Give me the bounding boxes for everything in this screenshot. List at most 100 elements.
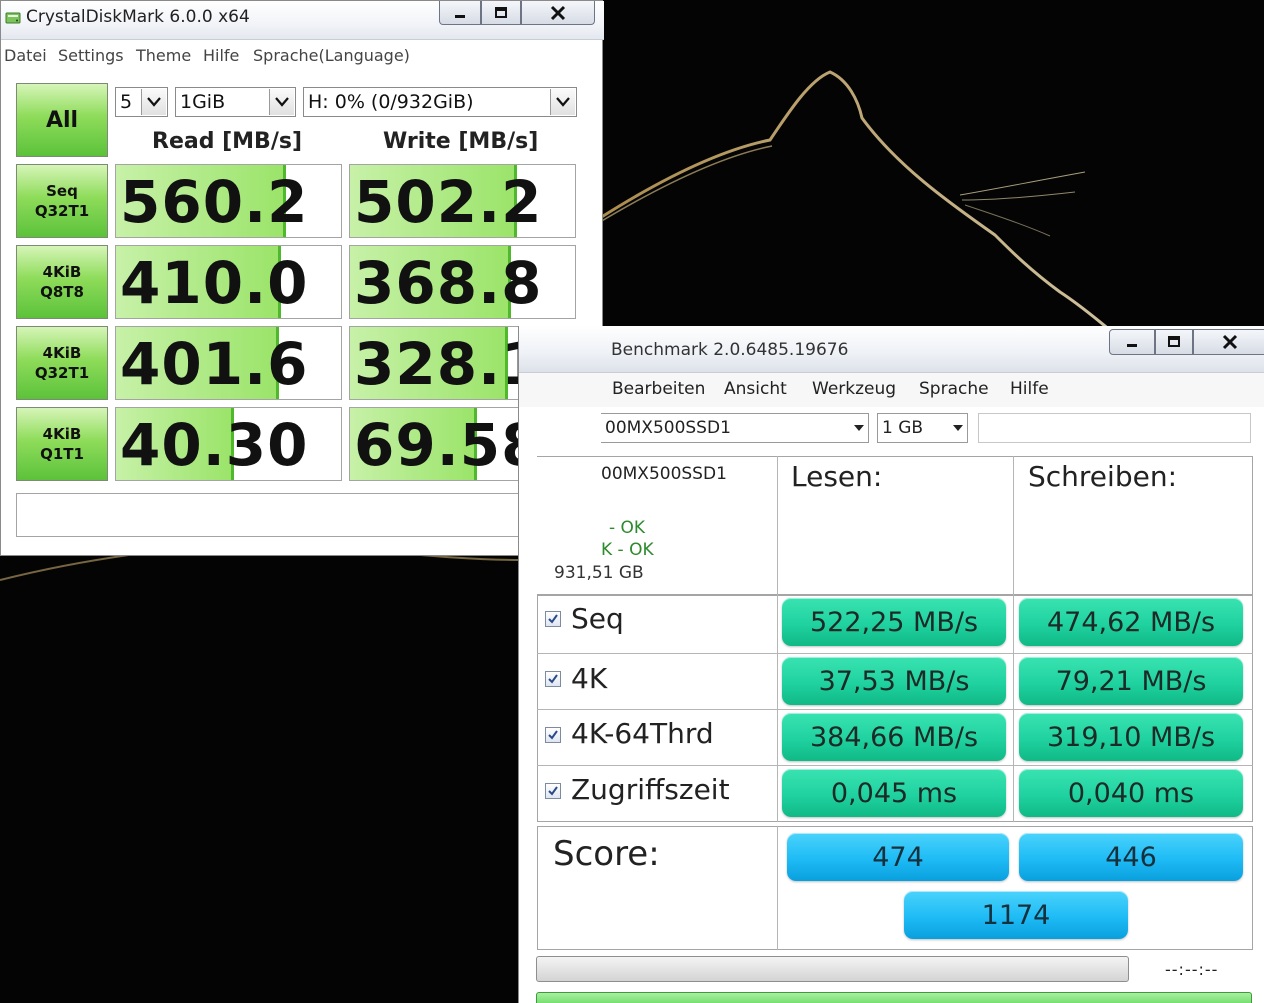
as-ssd-size-select[interactable]: 1 GB: [877, 413, 968, 443]
menu-sprache[interactable]: Sprache: [919, 379, 989, 399]
device-name: 00MX500SSD1: [601, 464, 727, 484]
zugriffszeit-write-result: 0,040 ms: [1019, 769, 1243, 817]
seq-read-result: 522,25 MB/s: [782, 598, 1006, 646]
as-ssd-menubar: Bearbeiten Ansicht Werkzeug Sprache Hilf…: [519, 373, 1264, 407]
elapsed-time: --:--:--: [1165, 960, 1219, 979]
close-icon: [550, 5, 566, 20]
chevron-down-icon[interactable]: [141, 89, 166, 115]
menu-werkzeug[interactable]: Werkzeug: [812, 379, 896, 399]
4kib-q32t1-button[interactable]: 4KiB Q32T1: [16, 326, 108, 400]
checkmark-icon: [548, 730, 558, 740]
4k-64thrd-write-result: 319,10 MB/s: [1019, 713, 1243, 761]
as-ssd-size-value: 1 GB: [882, 418, 924, 438]
test-count-select[interactable]: 5: [115, 87, 168, 117]
4kib-q1t1-button[interactable]: 4KiB Q1T1: [16, 407, 108, 481]
test-count-value: 5: [120, 91, 133, 113]
menu-hilfe[interactable]: Hilfe: [1010, 379, 1049, 399]
as-ssd-titlebar[interactable]: Benchmark 2.0.6485.19676: [519, 326, 1264, 373]
test-label-line1: 4KiB: [42, 425, 82, 443]
comment-input[interactable]: [16, 493, 577, 537]
cdm-window-controls: [439, 1, 595, 26]
as-ssd-window-title: Benchmark 2.0.6485.19676: [611, 340, 849, 360]
seq-q32t1-button[interactable]: Seq Q32T1: [16, 164, 108, 238]
row-label-4k: 4K: [571, 662, 608, 695]
menu-theme[interactable]: Theme: [136, 46, 191, 65]
alignment-status: K - OK: [601, 540, 654, 560]
cdm-titlebar[interactable]: CrystalDiskMark 6.0.0 x64: [1, 1, 604, 40]
checkmark-icon: [548, 674, 558, 684]
read-column-header: Lesen:: [791, 460, 883, 493]
score-total: 1174: [904, 891, 1128, 939]
drive-select[interactable]: H: 0% (0/932GiB): [303, 87, 577, 117]
result-write-value: 328.1: [354, 330, 543, 398]
seq-write-result: 474,62 MB/s: [1019, 598, 1243, 646]
result-write-cell: 502.2: [349, 164, 576, 238]
4k-write-result: 79,21 MB/s: [1019, 657, 1243, 705]
result-read-cell: 410.0: [115, 245, 342, 319]
result-read-cell: 40.30: [115, 407, 342, 481]
chevron-down-icon[interactable]: [854, 425, 864, 431]
as-ssd-window-controls: [1109, 329, 1264, 355]
disk-app-icon: [5, 12, 21, 24]
result-read-value: 410.0: [120, 249, 309, 317]
drive-select-value: H: 0% (0/932GiB): [308, 91, 474, 113]
drive-capacity: 931,51 GB: [554, 563, 644, 583]
test-label-line1: 4KiB: [42, 263, 82, 281]
result-write-value: 69.58: [354, 411, 543, 479]
close-icon: [1222, 334, 1238, 350]
write-column-header: Schreiben:: [1028, 460, 1177, 493]
4kib-q8t8-button[interactable]: 4KiB Q8T8: [16, 245, 108, 319]
menu-datei[interactable]: Datei: [4, 46, 47, 65]
4k-checkbox[interactable]: [545, 671, 561, 687]
as-ssd-close-button[interactable]: [1193, 329, 1264, 355]
zugriffszeit-checkbox[interactable]: [545, 783, 561, 799]
crystaldiskmark-window: CrystalDiskMark 6.0.0 x64 Datei Settings…: [0, 0, 604, 556]
result-write-value: 502.2: [354, 168, 543, 236]
chevron-down-icon[interactable]: [550, 89, 575, 115]
as-ssd-drive-value: 00MX500SSD1: [605, 418, 731, 438]
4k-read-result: 37,53 MB/s: [782, 657, 1006, 705]
menu-sprache[interactable]: Sprache(Language): [253, 46, 410, 65]
as-ssd-drive-select[interactable]: 00MX500SSD1: [601, 413, 869, 443]
overall-progress-bar: [536, 992, 1252, 1003]
as-ssd-text-field[interactable]: [978, 413, 1251, 443]
result-write-value: 368.8: [354, 249, 543, 317]
cdm-minimize-button[interactable]: [439, 1, 481, 25]
checkmark-icon: [548, 614, 558, 624]
run-all-button[interactable]: All: [16, 83, 108, 157]
as-ssd-minimize-button[interactable]: [1109, 329, 1155, 355]
chevron-down-icon[interactable]: [269, 89, 294, 115]
test-size-select[interactable]: 1GiB: [175, 87, 296, 117]
score-label: Score:: [553, 834, 660, 874]
menu-bearbeiten[interactable]: Bearbeiten: [612, 379, 705, 399]
as-ssd-maximize-button[interactable]: [1155, 329, 1193, 355]
menu-hilfe[interactable]: Hilfe: [203, 46, 239, 65]
grid-divider: [537, 653, 1253, 654]
result-read-value: 560.2: [120, 168, 309, 236]
menu-settings[interactable]: Settings: [58, 46, 124, 65]
chevron-down-icon[interactable]: [953, 425, 963, 431]
row-label-4k-64thrd: 4K-64Thrd: [571, 717, 714, 750]
cdm-close-button[interactable]: [521, 1, 595, 25]
cdm-maximize-button[interactable]: [481, 1, 521, 25]
grid-divider: [777, 826, 778, 950]
minimize-icon: [1127, 344, 1137, 347]
test-progress-bar: [536, 956, 1129, 982]
minimize-icon: [455, 14, 465, 18]
result-read-cell: 560.2: [115, 164, 342, 238]
menu-ansicht[interactable]: Ansicht: [724, 379, 787, 399]
row-label-seq: Seq: [571, 602, 624, 635]
score-write: 446: [1019, 833, 1243, 881]
4k-64thrd-checkbox[interactable]: [545, 727, 561, 743]
test-label-line2: Q32T1: [34, 202, 90, 220]
seq-checkbox[interactable]: [545, 611, 561, 627]
test-size-value: 1GiB: [180, 91, 226, 113]
result-read-value: 40.30: [120, 411, 309, 479]
as-ssd-window: Benchmark 2.0.6485.19676 Bearbeiten Ansi…: [518, 326, 1264, 1003]
maximize-icon: [1168, 336, 1180, 347]
zugriffszeit-read-result: 0,045 ms: [782, 769, 1006, 817]
test-label-line1: Seq: [46, 182, 78, 200]
result-read-cell: 401.6: [115, 326, 342, 400]
score-read: 474: [787, 833, 1009, 881]
grid-divider: [777, 456, 778, 596]
